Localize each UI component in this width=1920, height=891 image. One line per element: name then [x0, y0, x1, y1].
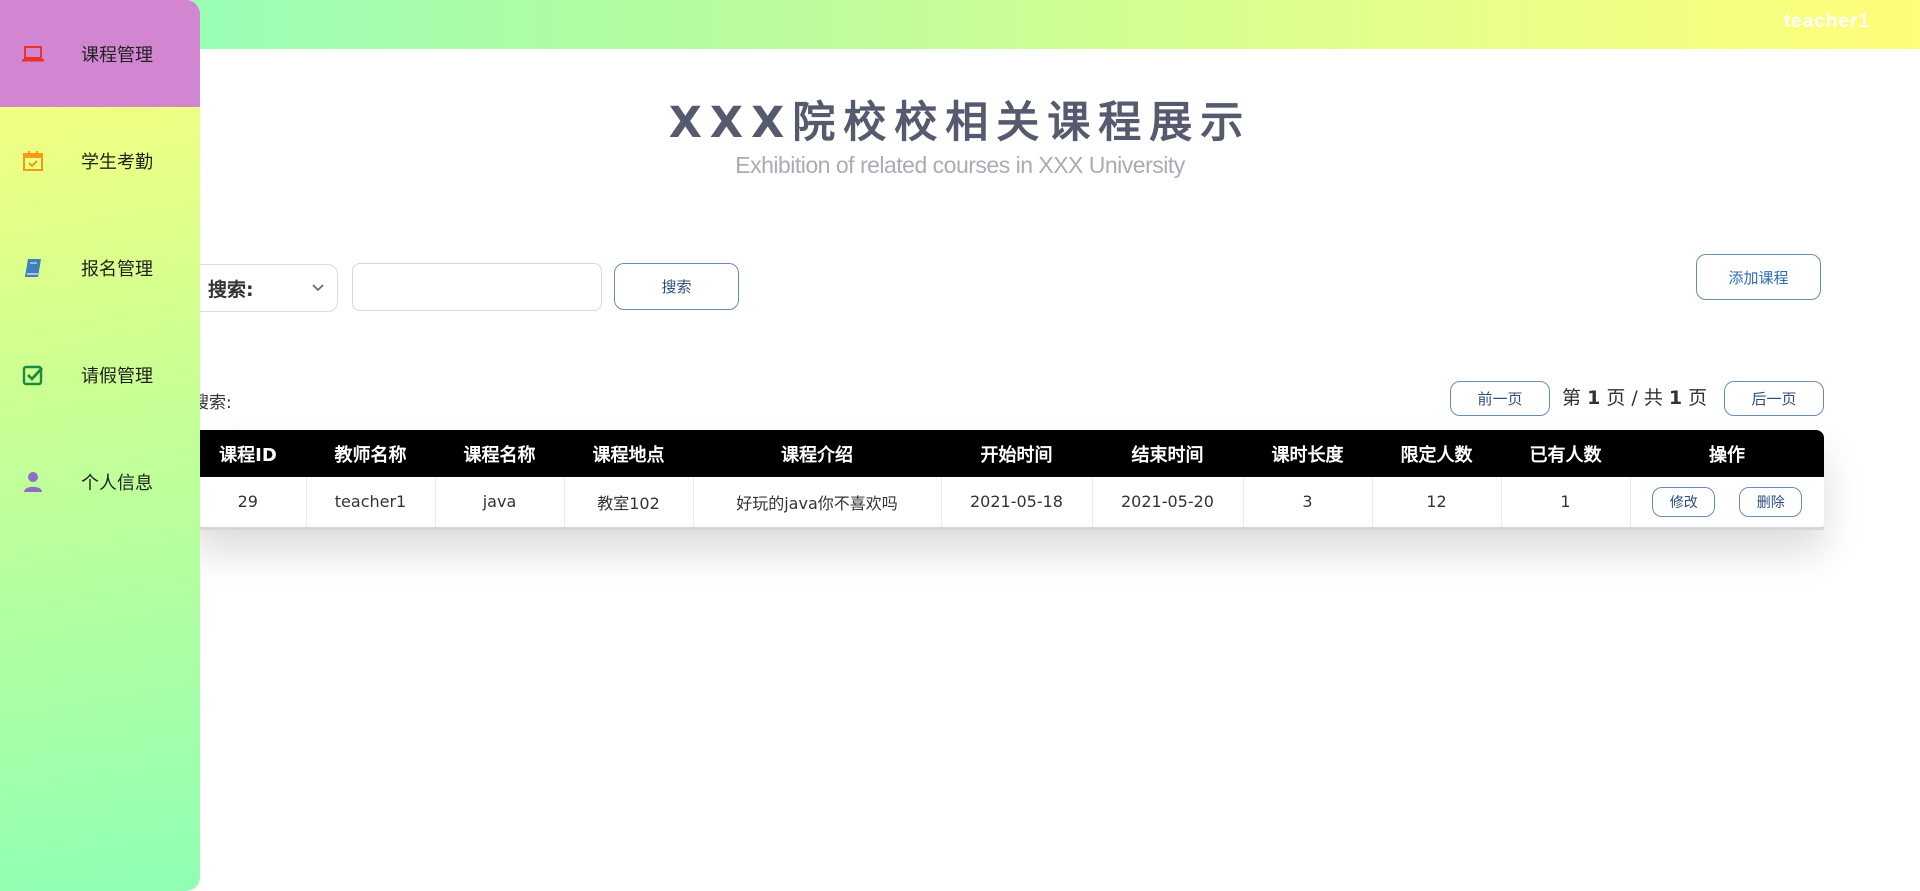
cell-limit: 12 — [1372, 477, 1502, 530]
cell-hours: 3 — [1243, 477, 1373, 530]
cell-teacher: teacher1 — [306, 477, 436, 530]
sidebar-item-course-management[interactable]: 课程管理 — [0, 0, 200, 107]
column-header-end[interactable]: 结束时间 — [1092, 430, 1243, 477]
search-input[interactable] — [352, 263, 602, 311]
sidebar-item-label: 课程管理 — [81, 44, 153, 66]
next-page-button[interactable]: 后一页 — [1724, 381, 1824, 416]
current-page: 1 — [1587, 387, 1601, 409]
search-select-label: 搜索: — [208, 278, 254, 301]
column-header-limit[interactable]: 限定人数 — [1372, 430, 1501, 477]
sidebar-item-leave-management[interactable]: 请假管理 — [0, 321, 200, 428]
user-icon — [20, 469, 46, 495]
course-table-container: 课程ID 教师名称 课程名称 课程地点 课程介绍 开始时间 结束时间 课时长度 … — [190, 430, 1824, 530]
column-header-hours[interactable]: 课时长度 — [1243, 430, 1372, 477]
book-icon — [20, 255, 46, 281]
table-row: 29 teacher1 java 教室102 好玩的java你不喜欢吗 2021… — [190, 477, 1824, 530]
sidebar: 课程管理 学生考勤 报名管理 请假管理 个人信息 — [0, 0, 200, 891]
sidebar-item-registration[interactable]: 报名管理 — [0, 214, 200, 321]
add-course-button[interactable]: 添加课程 — [1696, 254, 1821, 300]
delete-button[interactable]: 删除 — [1739, 486, 1803, 517]
cell-intro: 好玩的java你不喜欢吗 — [693, 477, 942, 530]
edit-button[interactable]: 修改 — [1652, 486, 1716, 517]
cell-course-id: 29 — [190, 477, 307, 530]
column-header-intro[interactable]: 课程介绍 — [693, 430, 941, 477]
laptop-icon — [20, 41, 46, 67]
sidebar-item-label: 请假管理 — [81, 365, 153, 387]
page-prefix: 第 — [1562, 387, 1582, 409]
chevron-down-icon — [311, 280, 325, 299]
page-title: XXX院校校相关课程展示 — [668, 98, 1252, 148]
search-field-select[interactable]: 搜索: — [180, 264, 338, 312]
column-header-teacher[interactable]: 教师名称 — [306, 430, 435, 477]
column-header-course-name[interactable]: 课程名称 — [435, 430, 564, 477]
cell-course-name: java — [435, 477, 565, 530]
sidebar-item-label: 个人信息 — [81, 472, 153, 494]
cell-start: 2021-05-18 — [941, 477, 1093, 530]
course-table: 课程ID 教师名称 课程名称 课程地点 课程介绍 开始时间 结束时间 课时长度 … — [190, 430, 1824, 530]
cell-actions: 修改 删除 — [1630, 477, 1824, 530]
total-pages: 1 — [1668, 387, 1683, 409]
page-subtitle: Exhibition of related courses in XXX Uni… — [735, 152, 1185, 178]
column-header-course-id[interactable]: 课程ID — [190, 430, 306, 477]
search-button[interactable]: 搜索 — [614, 263, 739, 310]
prev-page-button[interactable]: 前一页 — [1450, 381, 1550, 416]
check-square-icon — [20, 362, 46, 388]
page-suffix: 页 — [1688, 387, 1708, 409]
calendar-check-icon — [20, 148, 46, 174]
cell-location: 教室102 — [564, 477, 694, 530]
header-username[interactable]: teacher1 — [1784, 11, 1870, 33]
page-indicator: 第 1 页 / 共 1 页 — [1562, 383, 1707, 410]
sidebar-item-attendance[interactable]: 学生考勤 — [0, 107, 200, 214]
cell-end: 2021-05-20 — [1092, 477, 1244, 530]
page-middle: 页 / 共 — [1606, 387, 1663, 409]
column-header-actions: 操作 — [1709, 444, 1745, 466]
sidebar-item-label: 学生考勤 — [81, 151, 153, 173]
cell-enrolled: 1 — [1501, 477, 1631, 530]
top-header: teacher1 — [0, 0, 1920, 49]
column-header-enrolled[interactable]: 已有人数 — [1501, 430, 1630, 477]
sidebar-item-label: 报名管理 — [81, 258, 153, 280]
column-header-location[interactable]: 课程地点 — [564, 430, 693, 477]
table-header-row: 课程ID 教师名称 课程名称 课程地点 课程介绍 开始时间 结束时间 课时长度 … — [190, 430, 1824, 477]
column-header-start[interactable]: 开始时间 — [941, 430, 1092, 477]
sidebar-item-profile[interactable]: 个人信息 — [0, 428, 200, 535]
